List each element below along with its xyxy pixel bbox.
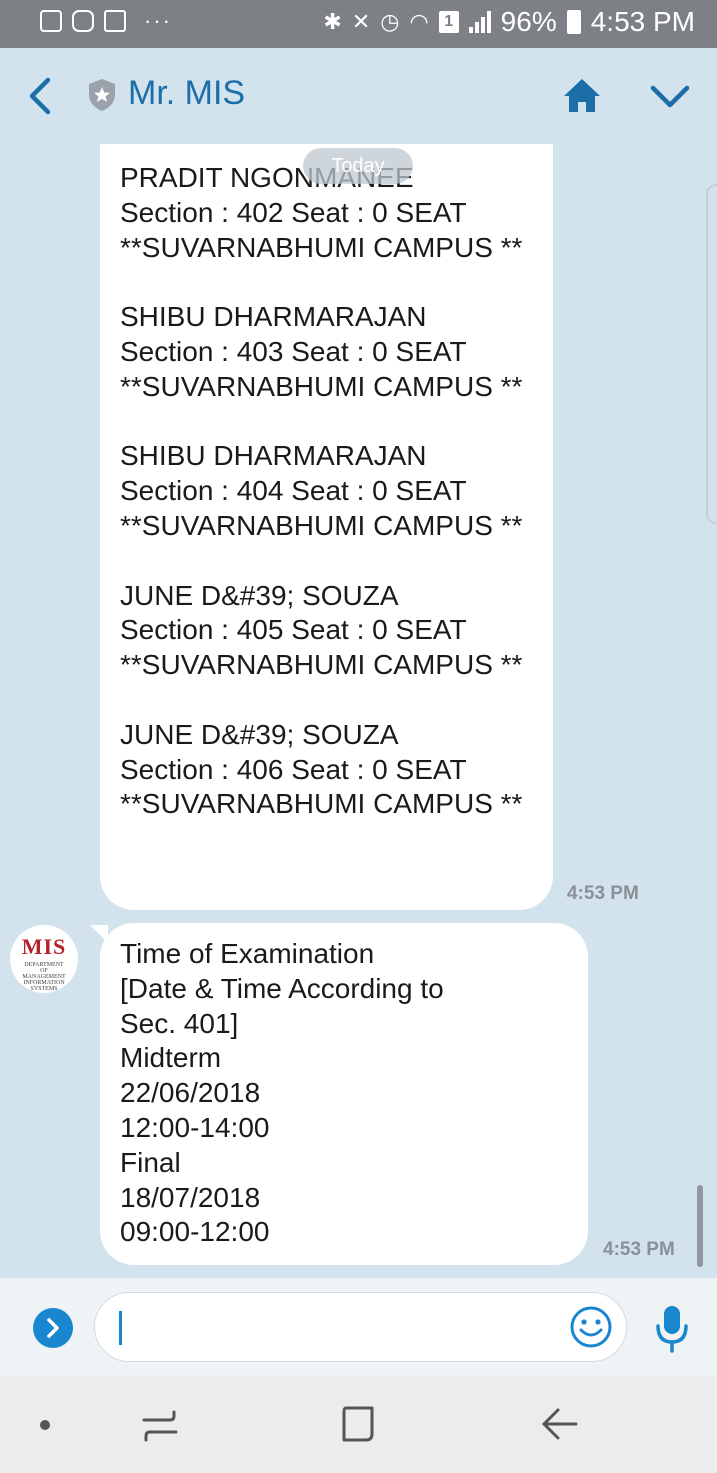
emoji-icon[interactable] <box>569 1305 613 1349</box>
message-input[interactable] <box>94 1292 627 1362</box>
gallery-icon <box>40 10 62 32</box>
chevron-down-icon[interactable] <box>648 80 692 114</box>
navigation-bar <box>0 1376 717 1473</box>
back-arrow-icon[interactable] <box>22 74 62 118</box>
contact-name[interactable]: Mr. MIS <box>128 74 245 113</box>
gmail-icon <box>104 10 126 32</box>
signal-icon <box>468 11 491 33</box>
message-time: 4:53 PM <box>567 883 639 904</box>
avatar-sub-text: DEPARTMENT OF MANAGEMENT INFORMATION SYS… <box>22 962 66 992</box>
recent-apps-icon[interactable] <box>140 1406 180 1446</box>
shield-icon <box>89 79 115 111</box>
wifi-icon: ◠ <box>409 9 429 34</box>
text-cursor <box>119 1311 122 1345</box>
scroll-indicator <box>706 184 717 524</box>
dot-icon[interactable] <box>38 1418 52 1432</box>
message-bubble[interactable]: PRADIT NGONMANEE Section : 402 Seat : 0 … <box>100 144 553 910</box>
battery-icon <box>566 10 581 34</box>
system-icons: ✱ ✕ ◷ ◠ 1 96% 4:53 PM <box>323 6 695 38</box>
conversation-header: Mr. MIS <box>0 48 717 144</box>
avatar[interactable]: MIS DEPARTMENT OF MANAGEMENT INFORMATION… <box>10 925 78 993</box>
microphone-icon[interactable] <box>652 1304 692 1354</box>
home-square-icon[interactable] <box>338 1404 378 1444</box>
notification-icons: ··· <box>40 10 172 32</box>
composer-bar <box>0 1278 717 1376</box>
message-list[interactable]: PRADIT NGONMANEE Section : 402 Seat : 0 … <box>0 144 717 1278</box>
battery-percent: 96% <box>500 6 557 37</box>
mute-icon: ✕ <box>351 9 371 34</box>
bluetooth-icon: ✱ <box>323 9 342 34</box>
instagram-icon <box>72 10 94 32</box>
clock: 4:53 PM <box>590 6 695 37</box>
message-time: 4:53 PM <box>603 1239 675 1260</box>
avatar-logo-text: MIS <box>21 934 67 959</box>
more-icon: ··· <box>144 8 172 33</box>
expand-icon[interactable] <box>33 1308 73 1348</box>
scrollbar[interactable] <box>697 1185 703 1267</box>
status-bar: ··· ✱ ✕ ◷ ◠ 1 96% 4:53 PM <box>0 0 717 48</box>
alarm-icon: ◷ <box>380 9 400 34</box>
date-pill: Today <box>303 148 413 184</box>
sim-icon: 1 <box>438 11 459 33</box>
message-bubble[interactable]: Time of Examination [Date & Time Accordi… <box>100 923 588 1265</box>
back-icon[interactable] <box>540 1404 580 1444</box>
home-icon[interactable] <box>562 76 602 116</box>
